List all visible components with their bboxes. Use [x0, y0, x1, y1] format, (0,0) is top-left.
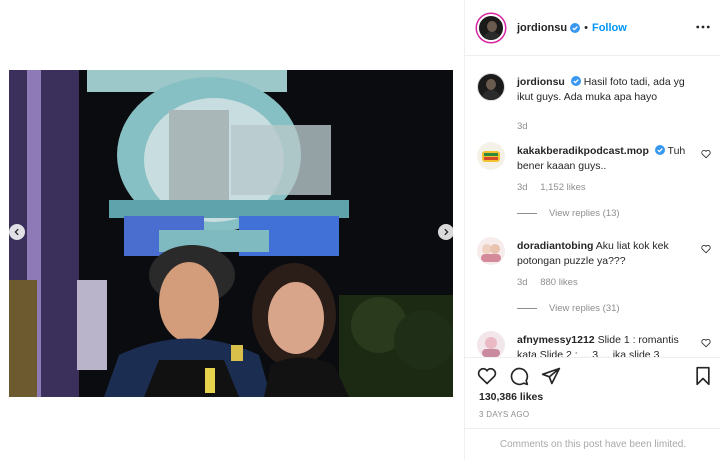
- comments-list[interactable]: jordionsu Hasil foto tadi, ada yg ikut g…: [465, 57, 720, 357]
- comment-time[interactable]: 3d: [517, 277, 528, 288]
- carousel-next-button[interactable]: [438, 224, 454, 240]
- comments-limited-text: Comments on this post have been limited.: [499, 439, 687, 450]
- commenter-username[interactable]: kakakberadikpodcast.mop: [517, 145, 649, 157]
- caption-avatar[interactable]: [477, 73, 505, 101]
- post-date[interactable]: 3 DAYS AGO: [479, 410, 529, 419]
- comment-item: afnymessy1212 Slide 1 : romantis kata Sl…: [477, 331, 713, 357]
- caption-username[interactable]: jordionsu: [517, 76, 565, 88]
- likes-count[interactable]: 130,386 likes: [479, 391, 543, 403]
- view-replies-label: View replies (31): [549, 303, 620, 314]
- caption-meta: 3d: [517, 121, 538, 132]
- more-options-button[interactable]: [695, 19, 711, 35]
- caption-time[interactable]: 3d: [517, 121, 528, 132]
- chevron-right-icon: [444, 228, 449, 236]
- commenter-username[interactable]: doradiantobing: [517, 240, 593, 252]
- chevron-left-icon: [14, 228, 19, 236]
- comment-likes[interactable]: 1,152 likes: [540, 182, 585, 193]
- author-username[interactable]: jordionsu: [517, 22, 567, 34]
- caption: jordionsu Hasil foto tadi, ada yg ikut g…: [477, 73, 713, 133]
- replies-line: [517, 213, 537, 214]
- post-side-pane: jordionsu • Follow jordionsu Hasil foto …: [464, 0, 720, 460]
- comment-text-block: doradiantobing Aku liat kok kek potongan…: [517, 239, 699, 269]
- heart-icon[interactable]: [477, 366, 497, 386]
- comment-like-heart-icon[interactable]: [701, 338, 711, 348]
- post-actions-bar: [465, 357, 720, 393]
- comment-meta: 3d 880 likes: [517, 277, 588, 288]
- commenter-avatar[interactable]: [477, 331, 505, 357]
- view-replies-button[interactable]: View replies (13): [517, 208, 620, 219]
- verified-badge-icon: [654, 145, 665, 155]
- post-photo[interactable]: [9, 70, 453, 397]
- comment-likes[interactable]: 880 likes: [540, 277, 578, 288]
- carousel-prev-button[interactable]: [9, 224, 25, 240]
- comment-item: doradiantobing Aku liat kok kek potongan…: [477, 237, 713, 327]
- comment-like-heart-icon[interactable]: [701, 244, 711, 254]
- more-options-icon: [696, 25, 710, 29]
- commenter-username[interactable]: afnymessy1212: [517, 334, 595, 346]
- verified-badge-icon: [570, 76, 581, 86]
- share-icon[interactable]: [541, 366, 561, 386]
- author-avatar[interactable]: [477, 13, 505, 42]
- comment-icon[interactable]: [509, 366, 529, 386]
- comment-like-heart-icon[interactable]: [701, 149, 711, 159]
- comments-limited-notice: Comments on this post have been limited.: [465, 428, 720, 460]
- view-replies-label: View replies (13): [549, 208, 620, 219]
- comment-item: kakakberadikpodcast.mop Tuh bener kaaan …: [477, 142, 713, 232]
- post-photo-image: [9, 70, 453, 397]
- replies-line: [517, 308, 537, 309]
- media-pane: [0, 0, 464, 460]
- post-header: jordionsu • Follow: [465, 0, 720, 56]
- commenter-avatar[interactable]: [477, 142, 505, 170]
- comment-text-block: kakakberadikpodcast.mop Tuh bener kaaan …: [517, 144, 699, 174]
- view-replies-button[interactable]: View replies (31): [517, 303, 620, 314]
- caption-text-block: jordionsu Hasil foto tadi, ada yg ikut g…: [517, 75, 699, 105]
- bookmark-icon[interactable]: [693, 366, 713, 386]
- header-dot: •: [584, 21, 588, 34]
- comment-meta: 3d 1,152 likes: [517, 182, 596, 193]
- commenter-avatar[interactable]: [477, 237, 505, 265]
- verified-badge-icon: [570, 22, 581, 33]
- follow-button[interactable]: Follow: [592, 22, 627, 34]
- comment-text-block: afnymessy1212 Slide 1 : romantis kata Sl…: [517, 333, 699, 357]
- comment-time[interactable]: 3d: [517, 182, 528, 193]
